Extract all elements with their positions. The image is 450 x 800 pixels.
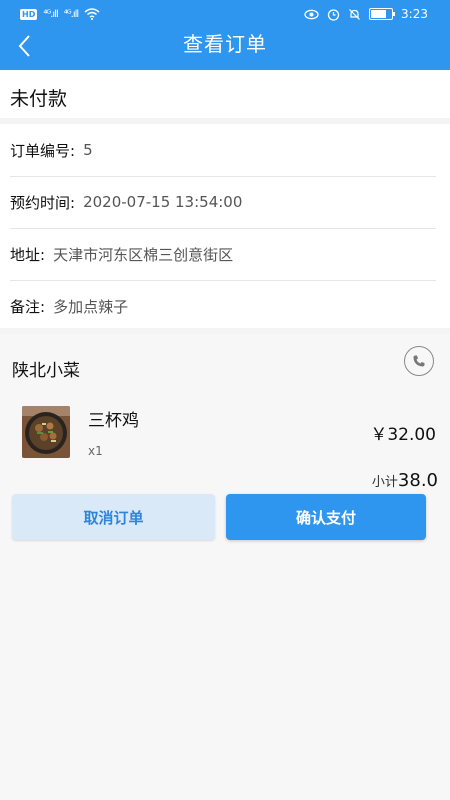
info-label: 订单编号:	[10, 141, 76, 160]
info-label: 预约时间:	[10, 193, 76, 212]
wifi-icon	[84, 8, 100, 20]
signal-icon: ⁴ᴳ.ıll	[43, 8, 58, 20]
alarm-icon	[327, 8, 340, 21]
order-detail-page: HD ⁴ᴳ.ıll ⁴ᴳ.ıll 3:23 查看订单 未付款 订单编号: 5 预…	[0, 0, 450, 800]
dish-price: ￥32.00	[370, 425, 436, 445]
shop-name: 陕北小菜	[12, 361, 80, 381]
confirm-pay-button[interactable]: 确认支付	[226, 494, 426, 540]
dish-image	[22, 406, 70, 458]
order-info-section: 订单编号: 5 预约时间: 2020-07-15 13:54:00 地址: 天津…	[0, 124, 450, 328]
hd-badge: HD	[20, 8, 38, 20]
call-shop-button[interactable]	[404, 346, 434, 376]
app-header: HD ⁴ᴳ.ıll ⁴ᴳ.ıll 3:23 查看订单	[0, 0, 450, 70]
info-value: 多加点辣子	[53, 297, 129, 316]
order-status-section: 未付款	[0, 70, 450, 118]
subtotal-label: 小计	[371, 475, 398, 490]
info-label: 地址:	[10, 245, 46, 264]
status-bar-right: 3:23	[304, 7, 428, 21]
battery-icon	[369, 8, 396, 20]
eye-icon	[304, 9, 319, 19]
dish-name: 三杯鸡	[88, 411, 139, 431]
subtotal-value: 38.0	[397, 470, 438, 491]
info-value: 2020-07-15 13:54:00	[83, 193, 243, 211]
order-number-row: 订单编号: 5	[10, 124, 436, 177]
page-title: 查看订单	[183, 32, 267, 56]
shop-section: 陕北小菜 三杯鸡 x1 ￥32.00 小计 38.0 取消订单 确认支付	[0, 334, 450, 800]
order-status: 未付款	[10, 88, 68, 110]
status-bar-left: HD ⁴ᴳ.ıll ⁴ᴳ.ıll	[20, 8, 100, 20]
phone-icon	[413, 355, 425, 367]
remark-row: 备注: 多加点辣子	[10, 280, 436, 332]
status-time: 3:23	[401, 7, 428, 21]
subtotal: 小计 38.0	[372, 470, 438, 491]
signal-icon-2: ⁴ᴳ.ıll	[63, 8, 79, 20]
appointment-time-row: 预约时间: 2020-07-15 13:54:00	[10, 176, 436, 229]
dish-quantity: x1	[88, 444, 103, 458]
status-bar: HD ⁴ᴳ.ıll ⁴ᴳ.ıll 3:23	[0, 0, 450, 30]
address-row: 地址: 天津市河东区棉三创意街区	[10, 228, 436, 281]
info-value: 天津市河东区棉三创意街区	[53, 245, 234, 264]
info-value: 5	[83, 141, 93, 159]
info-label: 备注:	[10, 297, 46, 316]
cancel-order-button[interactable]: 取消订单	[12, 494, 215, 540]
mute-bell-icon	[349, 8, 360, 20]
